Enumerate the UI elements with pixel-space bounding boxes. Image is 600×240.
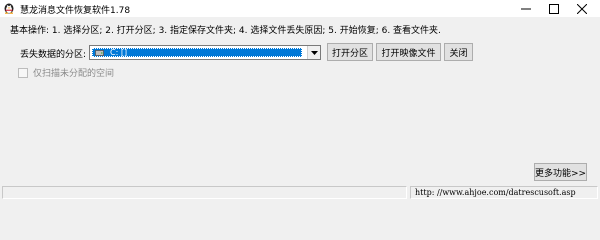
drive-icon: [95, 49, 104, 56]
dropdown-button[interactable]: [307, 46, 320, 59]
partition-label: 丢失数据的分区:: [20, 50, 87, 60]
close-window-button[interactable]: [568, 0, 596, 17]
status-bar: http: //www.ahjoe.com/datrescusoft.asp: [0, 185, 600, 200]
maximize-icon: [549, 3, 559, 14]
close-icon: [577, 3, 587, 14]
checkbox-box[interactable]: [18, 67, 28, 78]
status-pane-main: [2, 186, 407, 199]
window-title: 慧龙消息文件恢复软件1.78: [20, 6, 131, 16]
minimize-icon: [521, 8, 531, 9]
chevron-down-icon: [310, 50, 318, 55]
close-button[interactable]: 关闭: [444, 43, 473, 61]
open-partition-button[interactable]: 打开分区: [327, 43, 373, 61]
maximize-button[interactable]: [540, 0, 568, 17]
more-functions-button[interactable]: 更多功能>>: [534, 163, 587, 181]
penguin-app-icon: [4, 3, 14, 14]
status-url-link[interactable]: http: //www.ahjoe.com/datrescusoft.asp: [410, 186, 598, 199]
checkbox-label: 仅扫描未分配的空间: [33, 69, 115, 79]
minimize-button[interactable]: [512, 0, 540, 17]
unallocated-only-checkbox[interactable]: 仅扫描未分配的空间: [18, 66, 114, 79]
partition-selected-item: C: []: [92, 48, 302, 57]
partition-select[interactable]: C: []: [89, 45, 321, 60]
open-image-file-button[interactable]: 打开映像文件: [376, 43, 441, 61]
partition-selected-text: C: []: [110, 48, 128, 57]
instructions-text: 基本操作: 1. 选择分区; 2. 打开分区; 3. 指定保存文件夹; 4. 选…: [10, 26, 441, 36]
title-bar[interactable]: 慧龙消息文件恢复软件1.78: [0, 0, 600, 17]
